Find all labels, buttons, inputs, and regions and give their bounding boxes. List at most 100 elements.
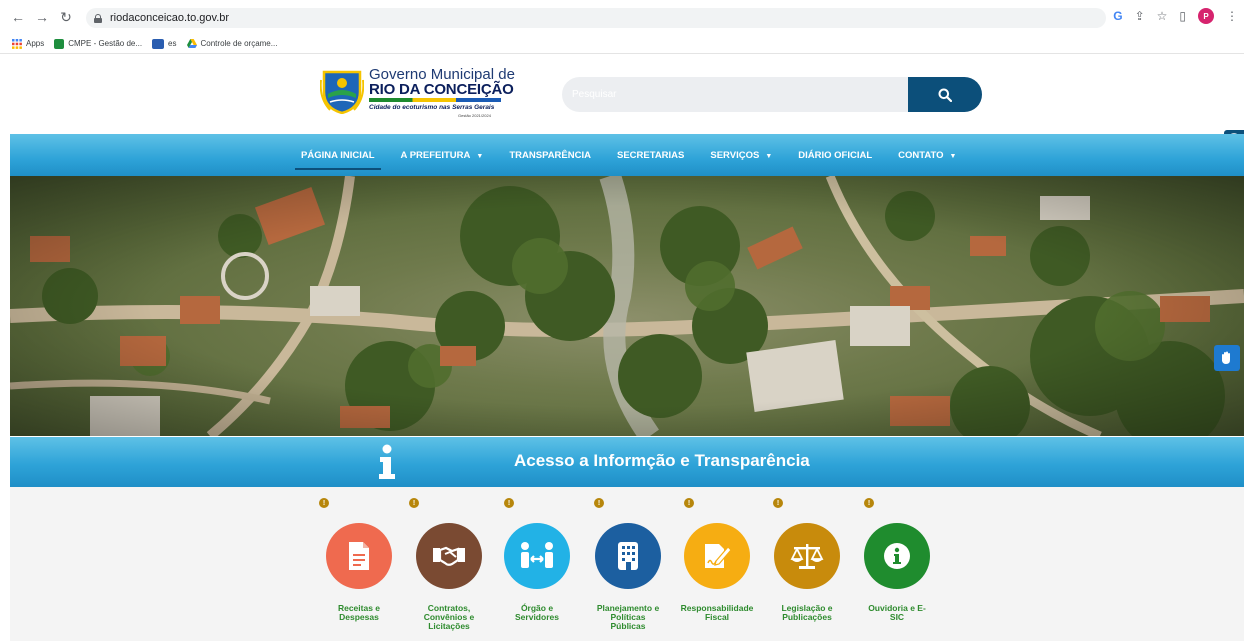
browser-toolbar-right: G ⇪ ☆ ▯ P ⋮ bbox=[1113, 8, 1238, 24]
bookmark-label: Apps bbox=[26, 39, 45, 48]
logo-term: Gestão 2021/2024 bbox=[458, 113, 491, 118]
sign-language-icon bbox=[1222, 351, 1230, 364]
bookmarks-bar: Apps CMPE - Gestão de... es Controle de … bbox=[0, 34, 1244, 54]
nav-menu: PÁGINA INICIAL A PREFEITURA ▼ TRANSPARÊNC… bbox=[295, 134, 982, 176]
nav-item-diario-oficial[interactable]: DIÁRIO OFICIAL bbox=[798, 150, 872, 161]
nav-label: A PREFEITURA bbox=[400, 149, 471, 161]
side-panel-icon[interactable]: ▯ bbox=[1179, 9, 1186, 23]
service-icon-circle bbox=[864, 523, 930, 589]
service-label: Receitas e Despesas bbox=[314, 604, 404, 622]
service-label: Ouvidoria e E- SIC bbox=[852, 604, 942, 622]
info-badge-icon[interactable]: ! bbox=[504, 498, 514, 508]
label-line: Despesas bbox=[339, 612, 379, 622]
bookmark-label: Controle de orçame... bbox=[200, 39, 278, 48]
apps-grid-icon bbox=[12, 38, 22, 49]
service-icon-circle bbox=[416, 523, 482, 589]
crest-icon bbox=[320, 70, 364, 114]
caret-down-icon: ▼ bbox=[765, 152, 773, 160]
caret-down-icon: ▼ bbox=[949, 152, 957, 160]
logo-line-2: RIO DA CONCEIÇÃO bbox=[369, 81, 514, 98]
search-bar bbox=[562, 77, 982, 112]
label-line: Servidores bbox=[515, 612, 559, 622]
search-icon bbox=[938, 88, 952, 102]
google-drive-icon bbox=[186, 38, 197, 48]
nav-label: PÁGINA INICIAL bbox=[301, 149, 375, 161]
service-icon-circle bbox=[595, 523, 661, 589]
banner-title: Acesso a Informção e Transparência bbox=[514, 451, 810, 470]
nav-item-contato[interactable]: CONTATO ▼ bbox=[898, 150, 956, 161]
vlibras-button[interactable] bbox=[1214, 345, 1240, 371]
label-line: Publicações bbox=[782, 612, 832, 622]
nav-item-a-prefeitura[interactable]: A PREFEITURA ▼ bbox=[401, 150, 484, 161]
reload-icon[interactable]: ↻ bbox=[56, 7, 76, 27]
bookmark-cmpe[interactable]: CMPE - Gestão de... bbox=[54, 38, 143, 49]
bookmark-label: CMPE - Gestão de... bbox=[68, 39, 143, 48]
bookmark-apps[interactable]: Apps bbox=[12, 38, 45, 49]
site-header: Governo Municipal de RIO DA CONCEIÇÃO Ci… bbox=[0, 56, 1244, 134]
profile-avatar[interactable]: P bbox=[1198, 8, 1214, 24]
bookmark-label: es bbox=[168, 39, 177, 48]
signature-icon bbox=[705, 544, 732, 568]
bookmark-drive[interactable]: Controle de orçame... bbox=[186, 38, 278, 49]
address-bar[interactable]: riodaconceicao.to.gov.br bbox=[86, 8, 1106, 28]
label-line: SIC bbox=[889, 612, 905, 622]
logo-flag-stripe bbox=[369, 98, 501, 102]
document-icon bbox=[349, 542, 369, 570]
cmpe-icon bbox=[54, 38, 65, 49]
address-row: ← → ↻ riodaconceicao.to.gov.br G ⇪ ☆ ▯ P… bbox=[0, 0, 1244, 34]
url-text: riodaconceicao.to.gov.br bbox=[110, 12, 230, 24]
back-icon[interactable]: ← bbox=[8, 7, 28, 27]
nav-label: SECRETARIAS bbox=[616, 149, 685, 161]
service-label: Contratos, Convênios e Licitações bbox=[404, 604, 494, 631]
nav-item-pagina-inicial[interactable]: PÁGINA INICIAL bbox=[295, 149, 381, 170]
logo-tagline: Cidade do ecoturismo nas Serras Gerais bbox=[369, 104, 495, 111]
browser-chrome: ← → ↻ riodaconceicao.to.gov.br G ⇪ ☆ ▯ P… bbox=[0, 0, 1244, 56]
bookmark-sei[interactable]: es bbox=[152, 38, 177, 49]
forward-icon[interactable]: → bbox=[32, 7, 52, 27]
building-icon bbox=[618, 542, 638, 570]
main-navigation: PÁGINA INICIAL A PREFEITURA ▼ TRANSPARÊNC… bbox=[10, 134, 1244, 176]
people-arrows-icon bbox=[521, 542, 553, 568]
search-input[interactable] bbox=[562, 77, 908, 112]
label-line: Públicas bbox=[610, 621, 646, 631]
transparency-banner: Acesso a Informção e Transparência bbox=[10, 437, 1244, 487]
service-label: Responsabilidade Fiscal bbox=[672, 604, 762, 622]
sei-icon bbox=[152, 38, 165, 49]
nav-label: CONTATO bbox=[898, 149, 944, 161]
service-icon-circle bbox=[684, 523, 750, 589]
google-translate-icon[interactable]: G bbox=[1113, 9, 1122, 23]
info-badge-icon[interactable]: ! bbox=[773, 498, 783, 508]
scales-icon bbox=[790, 544, 824, 569]
service-icon-circle bbox=[774, 523, 840, 589]
municipality-logo[interactable]: Governo Municipal de RIO DA CONCEIÇÃO Ci… bbox=[318, 62, 515, 128]
info-icon bbox=[379, 444, 395, 479]
info-badge-icon[interactable]: ! bbox=[864, 498, 874, 508]
nav-label: DIÁRIO OFICIAL bbox=[798, 149, 873, 161]
service-label: Planejamento e Políticas Públicas bbox=[583, 604, 673, 631]
info-badge-icon[interactable]: ! bbox=[409, 498, 419, 508]
service-icon-circle bbox=[504, 523, 570, 589]
share-icon[interactable]: ⇪ bbox=[1135, 9, 1145, 23]
info-badge-icon[interactable]: ! bbox=[319, 498, 329, 508]
service-icon-circle bbox=[326, 523, 392, 589]
nav-item-transparencia[interactable]: TRANSPARÊNCIA bbox=[509, 150, 591, 161]
handshake-icon bbox=[433, 546, 465, 566]
nav-item-servicos[interactable]: SERVIÇOS ▼ bbox=[710, 150, 772, 161]
nav-label: SERVIÇOS bbox=[710, 149, 760, 161]
service-label: Legislação e Publicações bbox=[762, 604, 852, 622]
hero-aerial-photo bbox=[10, 176, 1244, 436]
nav-item-secretarias[interactable]: SECRETARIAS bbox=[617, 150, 684, 161]
info-badge-icon[interactable]: ! bbox=[684, 498, 694, 508]
lock-icon bbox=[94, 13, 102, 23]
search-button[interactable] bbox=[908, 77, 982, 112]
nav-label: TRANSPARÊNCIA bbox=[509, 149, 591, 161]
info-circle-icon bbox=[884, 543, 910, 569]
menu-kebab-icon[interactable]: ⋮ bbox=[1226, 9, 1238, 23]
label-line: Licitações bbox=[428, 621, 470, 631]
aerial-town-illustration bbox=[10, 176, 1244, 436]
caret-down-icon: ▼ bbox=[476, 152, 484, 160]
label-line: Fiscal bbox=[704, 612, 730, 622]
info-badge-icon[interactable]: ! bbox=[594, 498, 604, 508]
service-label: Órgão e Servidores bbox=[492, 604, 582, 622]
bookmark-star-icon[interactable]: ☆ bbox=[1157, 9, 1168, 23]
